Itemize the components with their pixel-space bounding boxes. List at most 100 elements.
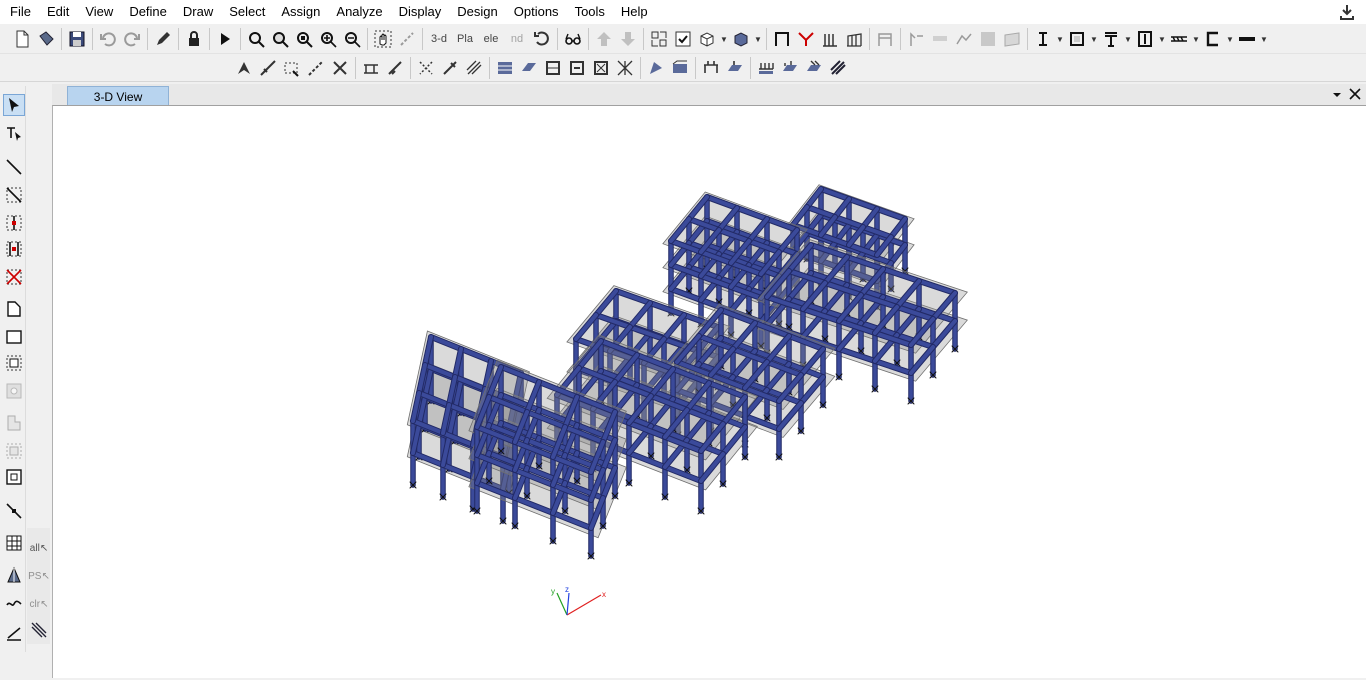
channel-dropdown[interactable]: ▼ bbox=[1157, 27, 1167, 51]
draw-dimension-button[interactable] bbox=[438, 56, 462, 80]
assign-mesh-button[interactable] bbox=[613, 56, 637, 80]
menu-assign[interactable]: Assign bbox=[273, 0, 328, 24]
object-shrink-button[interactable] bbox=[647, 27, 671, 51]
intersecting-line-select-button[interactable] bbox=[28, 618, 50, 642]
restore-view-button[interactable] bbox=[292, 27, 316, 51]
show-loads-button[interactable] bbox=[754, 56, 778, 80]
pan-button[interactable] bbox=[371, 27, 395, 51]
draw-braces-button[interactable] bbox=[794, 27, 818, 51]
draw-grid-button[interactable] bbox=[3, 532, 25, 554]
draw-link-click-button[interactable] bbox=[3, 500, 25, 522]
draw-section-cut-button[interactable] bbox=[3, 564, 25, 586]
open-button[interactable] bbox=[34, 27, 58, 51]
draw-slab-button[interactable] bbox=[928, 27, 952, 51]
draw-opening-region-button[interactable] bbox=[3, 380, 25, 402]
menu-define[interactable]: Define bbox=[121, 0, 175, 24]
assign-area-button[interactable] bbox=[565, 56, 589, 80]
menu-display[interactable]: Display bbox=[391, 0, 450, 24]
reshape-button[interactable] bbox=[256, 56, 280, 80]
draw-wall-region-button[interactable] bbox=[3, 412, 25, 434]
draw-tee-button[interactable] bbox=[1099, 27, 1123, 51]
chevron-down-icon[interactable] bbox=[1330, 88, 1344, 102]
plan-view-button[interactable]: Pla bbox=[452, 27, 478, 51]
select-all-button[interactable]: all ↖ bbox=[28, 536, 50, 560]
draw-joint-button[interactable] bbox=[3, 156, 25, 178]
section-dropdown[interactable]: ▼ bbox=[1055, 27, 1065, 51]
draw-double-angle-button[interactable] bbox=[1201, 27, 1225, 51]
draw-section-button[interactable] bbox=[1031, 27, 1055, 51]
draw-area-button[interactable] bbox=[976, 27, 1000, 51]
draw-line-button[interactable] bbox=[304, 56, 328, 80]
quick-draw-beams-button[interactable] bbox=[359, 56, 383, 80]
show-stresses-button[interactable] bbox=[826, 56, 850, 80]
draw-box-button[interactable] bbox=[1065, 27, 1089, 51]
draw-channel-button[interactable] bbox=[1133, 27, 1157, 51]
perspective-toggle-button[interactable] bbox=[561, 27, 585, 51]
structure-model[interactable]: x y z bbox=[53, 106, 1365, 677]
move-up-button[interactable] bbox=[592, 27, 616, 51]
menu-view[interactable]: View bbox=[77, 0, 121, 24]
box-dropdown[interactable]: ▼ bbox=[1089, 27, 1099, 51]
view-3d-button[interactable]: 3-d bbox=[426, 27, 452, 51]
previous-selection-button[interactable]: PS ↖ bbox=[28, 564, 50, 588]
draw-frame-click-button[interactable] bbox=[3, 184, 25, 206]
draw-point-button[interactable] bbox=[280, 56, 304, 80]
lock-model-button[interactable] bbox=[182, 27, 206, 51]
menu-draw[interactable]: Draw bbox=[175, 0, 221, 24]
menu-help[interactable]: Help bbox=[613, 0, 656, 24]
redo-button[interactable] bbox=[120, 27, 144, 51]
draw-angle-button[interactable] bbox=[1167, 27, 1191, 51]
menu-design[interactable]: Design bbox=[449, 0, 505, 24]
draw-dimension-line-button[interactable] bbox=[3, 622, 25, 644]
tab-3d-view[interactable]: 3-D View bbox=[67, 86, 169, 106]
show-deformed-button[interactable] bbox=[778, 56, 802, 80]
assign-shell-button[interactable] bbox=[517, 56, 541, 80]
new-model-button[interactable] bbox=[10, 27, 34, 51]
draw-cross-button[interactable] bbox=[328, 56, 352, 80]
nd-view-button[interactable]: nd bbox=[504, 27, 530, 51]
tee-dropdown[interactable]: ▼ bbox=[1123, 27, 1133, 51]
download-icon[interactable] bbox=[1338, 3, 1356, 21]
draw-beams-button[interactable] bbox=[842, 27, 866, 51]
draw-opening-button[interactable] bbox=[1000, 27, 1024, 51]
assign-frame-button[interactable] bbox=[493, 56, 517, 80]
draw-rectangle-button[interactable] bbox=[3, 326, 25, 348]
close-icon[interactable] bbox=[1348, 87, 1362, 101]
quick-draw-beams-region-button[interactable] bbox=[3, 238, 25, 260]
quick-draw-columns-button[interactable] bbox=[3, 212, 25, 234]
model-viewport[interactable]: x y z bbox=[52, 105, 1366, 678]
assign-shell-loads-button[interactable] bbox=[723, 56, 747, 80]
assign-diaphragm-button[interactable] bbox=[668, 56, 692, 80]
run-analysis-button[interactable] bbox=[213, 27, 237, 51]
zoom-out-button[interactable] bbox=[340, 27, 364, 51]
quick-draw-secondary-button[interactable] bbox=[414, 56, 438, 80]
menu-options[interactable]: Options bbox=[506, 0, 567, 24]
quick-draw-braces-region-button[interactable] bbox=[3, 266, 25, 288]
draw-wall-stack-button[interactable] bbox=[3, 440, 25, 462]
object-view-dropdown[interactable]: ▼ bbox=[719, 27, 729, 51]
pointer-button[interactable] bbox=[3, 94, 25, 116]
draw-wall-button[interactable] bbox=[873, 27, 897, 51]
draw-frame-button[interactable] bbox=[770, 27, 794, 51]
refresh-window-button[interactable] bbox=[151, 27, 175, 51]
draw-area-click-button[interactable] bbox=[3, 352, 25, 374]
menu-edit[interactable]: Edit bbox=[39, 0, 77, 24]
draw-ramp-button[interactable] bbox=[952, 27, 976, 51]
draw-columns-button[interactable] bbox=[818, 27, 842, 51]
draw-developed-elevation-button[interactable] bbox=[3, 592, 25, 614]
set-display-options-button[interactable] bbox=[671, 27, 695, 51]
draw-polygon-button[interactable] bbox=[3, 298, 25, 320]
object-view-button[interactable] bbox=[695, 27, 719, 51]
measure-button[interactable] bbox=[395, 27, 419, 51]
show-forces-button[interactable] bbox=[802, 56, 826, 80]
menu-select[interactable]: Select bbox=[221, 0, 273, 24]
assign-restraint-button[interactable] bbox=[644, 56, 668, 80]
plate-dropdown[interactable]: ▼ bbox=[1259, 27, 1269, 51]
menu-tools[interactable]: Tools bbox=[567, 0, 613, 24]
quick-draw-braces-button[interactable] bbox=[383, 56, 407, 80]
assign-joint-button[interactable] bbox=[541, 56, 565, 80]
draw-link-button[interactable] bbox=[904, 27, 928, 51]
undo-button[interactable] bbox=[96, 27, 120, 51]
draw-plate-button[interactable] bbox=[1235, 27, 1259, 51]
extrude-view-button[interactable] bbox=[729, 27, 753, 51]
